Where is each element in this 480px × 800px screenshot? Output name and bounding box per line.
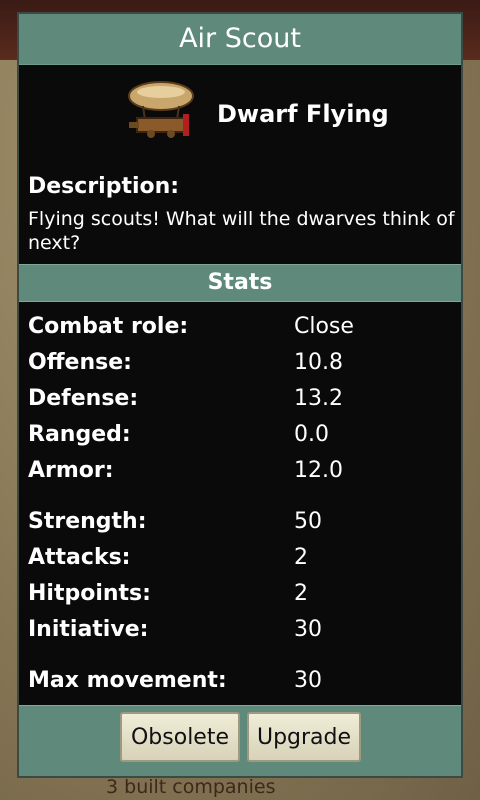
unit-type-label: Dwarf Flying [217,100,389,128]
airship-icon [128,81,194,138]
stat-label: Max movement: [28,668,227,693]
stat-row-combat-role: Combat role: Close [28,314,448,348]
description-label: Description: [28,174,180,199]
description-text: Flying scouts! What will the dwarves thi… [28,208,455,254]
stat-label: Armor: [28,458,114,483]
stat-row-defense: Defense: 13.2 [28,386,448,420]
stat-label: Hitpoints: [28,581,151,606]
stat-label: Offense: [28,350,132,375]
stat-label: Attacks: [28,545,131,570]
stat-label: Strength: [28,509,147,534]
stat-value: 13.2 [294,386,343,411]
stat-row-offense: Offense: 10.8 [28,350,448,384]
stat-value: 2 [294,581,308,606]
unit-header: Dwarf Flying [125,76,455,142]
stat-value: 30 [294,617,322,642]
stat-row-initiative: Initiative: 30 [28,617,448,651]
stat-value: Close [294,314,354,339]
stat-value: 2 [294,545,308,570]
stat-value: 0.0 [294,422,329,447]
stat-value: 30 [294,668,322,693]
stat-label: Combat role: [28,314,189,339]
stat-row-ranged: Ranged: 0.0 [28,422,448,456]
stat-label: Initiative: [28,617,149,642]
stat-row-hitpoints: Hitpoints: 2 [28,581,448,615]
stat-row-armor: Armor: 12.0 [28,458,448,492]
stat-label: Ranged: [28,422,131,447]
stat-label: Defense: [28,386,139,411]
unit-info-dialog: Air Scout Dwarf Flying Description: Flyi… [17,12,463,778]
dialog-footer: Obsolete Upgrade [19,705,461,776]
stat-value: 50 [294,509,322,534]
stat-row-max-movement: Max movement: 30 [28,668,448,702]
stat-value: 10.8 [294,350,343,375]
background-list-text: 3 built companies [106,776,276,798]
stat-row-attacks: Attacks: 2 [28,545,448,579]
stat-value: 12.0 [294,458,343,483]
upgrade-button[interactable]: Upgrade [247,712,361,762]
dialog-title: Air Scout [19,14,461,65]
stats-header: Stats [19,264,461,302]
obsolete-button[interactable]: Obsolete [120,712,240,762]
stat-row-strength: Strength: 50 [28,509,448,543]
